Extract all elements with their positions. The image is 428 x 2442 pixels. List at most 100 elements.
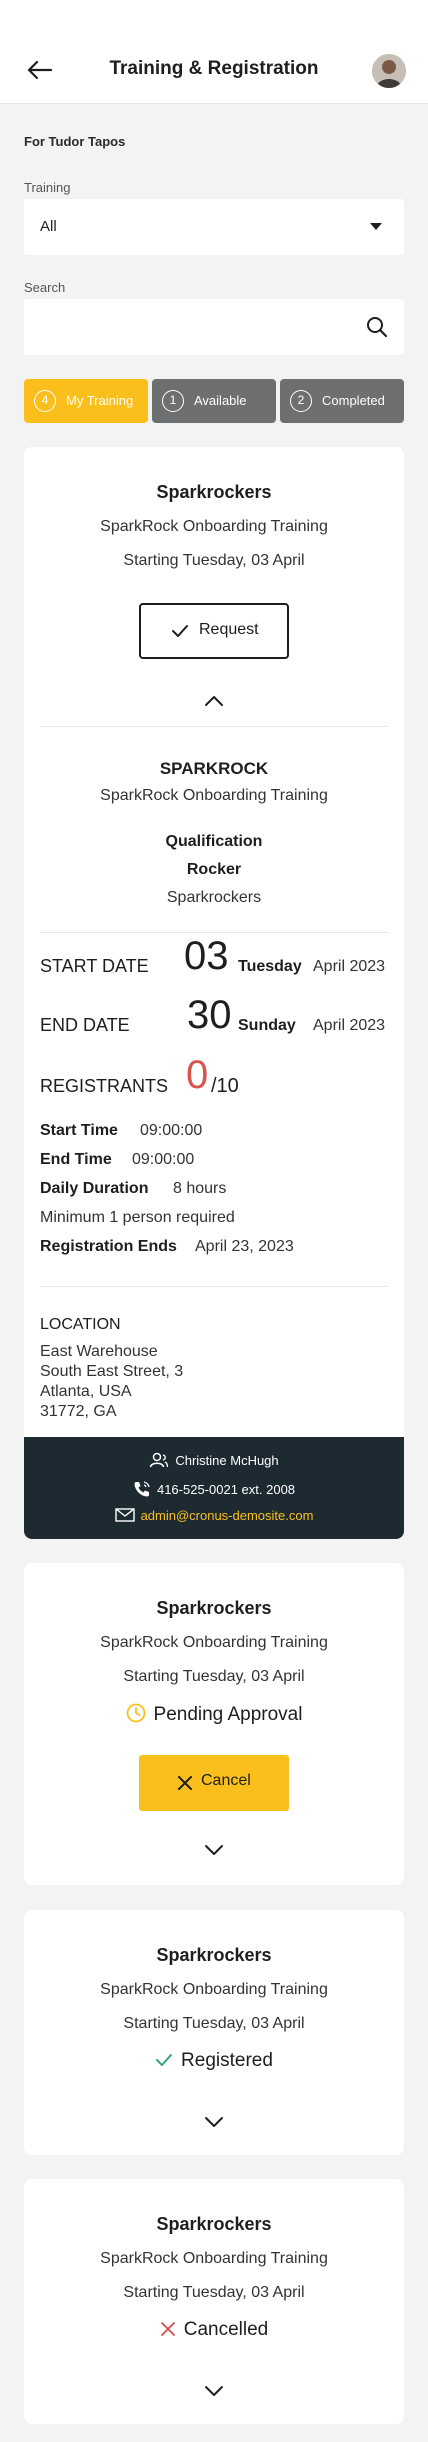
end-time-label: End Time xyxy=(40,1151,112,1168)
status-registered: Registered xyxy=(24,2050,404,2072)
card-start-date: Starting Tuesday, 03 April xyxy=(123,1668,305,1685)
registration-ends-label: Registration Ends xyxy=(40,1238,177,1255)
person-icon xyxy=(150,1452,169,1468)
card-start-date: Starting Tuesday, 03 April xyxy=(123,2015,305,2032)
tab-count-badge: 1 xyxy=(162,390,184,412)
card-course: SparkRock Onboarding Training xyxy=(100,1981,328,1998)
cancel-button[interactable]: Cancel xyxy=(139,1755,289,1811)
close-icon xyxy=(178,1776,192,1790)
end-time-value: 09:00:00 xyxy=(132,1151,195,1168)
contact-name-row: Christine McHugh xyxy=(24,1452,404,1468)
avatar[interactable] xyxy=(372,54,406,88)
contact-phone: 416-525-0021 ext. 2008 xyxy=(156,1482,296,1497)
card-title: Sparkrockers xyxy=(156,1598,272,1618)
for-user-label: For Tudor Tapos xyxy=(24,134,126,149)
app-header: Training & Registration xyxy=(0,0,428,104)
status-cancelled: Cancelled xyxy=(24,2319,404,2341)
status-label: Registered xyxy=(181,2050,273,2071)
card-title: Sparkrockers xyxy=(156,2214,272,2234)
chevron-down-icon xyxy=(370,223,382,230)
check-icon xyxy=(172,625,188,637)
chevron-down-icon[interactable] xyxy=(203,1843,225,1857)
start-date-label: START DATE xyxy=(40,956,149,976)
training-card-registered: Sparkrockers SparkRock Onboarding Traini… xyxy=(24,1910,404,2155)
phone-icon xyxy=(134,1481,150,1497)
card-course: SparkRock Onboarding Training xyxy=(100,518,328,535)
training-select-value: All xyxy=(40,218,57,235)
search-field-label: Search xyxy=(24,280,66,295)
location-line: Atlanta, USA xyxy=(40,1383,132,1400)
registrants-count: 0 xyxy=(186,1053,209,1097)
location-label: LOCATION xyxy=(40,1316,121,1333)
divider xyxy=(40,932,388,933)
status-pending: Pending Approval xyxy=(24,1703,404,1726)
card-start-date: Starting Tuesday, 03 April xyxy=(123,2284,305,2301)
training-select[interactable]: All xyxy=(24,199,404,255)
close-icon xyxy=(160,2322,175,2336)
qualification-label: Qualification xyxy=(165,833,263,850)
tab-completed[interactable]: 2 Completed xyxy=(280,379,404,423)
duration-value: 8 hours xyxy=(173,1180,227,1197)
detail-org: SPARKROCK xyxy=(159,759,269,778)
training-card-cancelled: Sparkrockers SparkRock Onboarding Traini… xyxy=(24,2179,404,2424)
registrants-max: /10 xyxy=(211,1075,239,1097)
location-line: South East Street, 3 xyxy=(40,1363,184,1380)
training-card-pending: Sparkrockers SparkRock Onboarding Traini… xyxy=(24,1563,404,1885)
qualification-org: Sparkrockers xyxy=(166,889,262,906)
training-card-expanded: Sparkrockers SparkRock Onboarding Traini… xyxy=(24,447,404,1539)
contact-bar: Christine McHugh 416-525-0021 ext. 2008 … xyxy=(24,1437,404,1539)
search-field xyxy=(24,299,404,355)
contact-phone-row: 416-525-0021 ext. 2008 xyxy=(24,1480,404,1498)
contact-email-link[interactable]: admin@cronus-demosite.com xyxy=(141,1508,314,1523)
clock-icon xyxy=(126,1703,145,1723)
chevron-down-icon[interactable] xyxy=(203,2384,225,2398)
contact-name: Christine McHugh xyxy=(175,1453,279,1468)
request-button[interactable]: Request xyxy=(139,603,289,659)
end-date-label: END DATE xyxy=(40,1015,130,1035)
page-title: Training & Registration xyxy=(109,58,319,79)
registration-ends-value: April 23, 2023 xyxy=(195,1238,294,1255)
tab-label: Completed xyxy=(322,393,385,408)
tab-my-training[interactable]: 4 My Training xyxy=(24,379,148,423)
card-course: SparkRock Onboarding Training xyxy=(100,1634,328,1651)
detail-course: SparkRock Onboarding Training xyxy=(100,787,328,804)
check-icon xyxy=(156,2054,173,2066)
tab-label: Available xyxy=(194,393,247,408)
end-weekday: Sunday xyxy=(238,1017,296,1034)
qualification-value: Rocker xyxy=(186,861,242,878)
search-input[interactable] xyxy=(36,309,356,345)
divider xyxy=(40,726,388,727)
minimum-requirement: Minimum 1 person required xyxy=(40,1209,235,1226)
tab-available[interactable]: 1 Available xyxy=(152,379,276,423)
tab-count-badge: 2 xyxy=(290,390,312,412)
start-month: April 2023 xyxy=(313,958,386,975)
training-field-label: Training xyxy=(24,180,71,195)
cancel-button-label: Cancel xyxy=(201,1772,251,1789)
start-day: 03 xyxy=(184,934,229,978)
location-line: 31772, GA xyxy=(40,1403,117,1420)
duration-label: Daily Duration xyxy=(40,1180,149,1197)
tab-label: My Training xyxy=(66,393,134,408)
search-icon[interactable] xyxy=(366,316,388,338)
start-time-label: Start Time xyxy=(40,1122,118,1139)
mail-icon xyxy=(114,1508,135,1522)
card-title: Sparkrockers xyxy=(156,482,272,502)
card-course: SparkRock Onboarding Training xyxy=(100,2250,328,2267)
chevron-down-icon[interactable] xyxy=(203,2115,225,2129)
status-label: Cancelled xyxy=(183,2319,269,2340)
contact-email-row: admin@cronus-demosite.com xyxy=(24,1508,404,1523)
divider xyxy=(40,1286,388,1287)
card-start-date: Starting Tuesday, 03 April xyxy=(123,552,305,569)
status-label: Pending Approval xyxy=(153,1704,303,1725)
end-month: April 2023 xyxy=(313,1017,386,1034)
tab-count-badge: 4 xyxy=(34,390,56,412)
end-day: 30 xyxy=(187,993,232,1037)
start-time-value: 09:00:00 xyxy=(140,1122,203,1139)
registrants-label: REGISTRANTS xyxy=(40,1076,169,1096)
request-button-label: Request xyxy=(199,621,259,638)
chevron-up-icon[interactable] xyxy=(203,694,225,708)
avatar-image xyxy=(372,54,406,88)
card-title: Sparkrockers xyxy=(156,1945,272,1965)
location-line: East Warehouse xyxy=(40,1343,158,1360)
start-weekday: Tuesday xyxy=(238,958,302,975)
